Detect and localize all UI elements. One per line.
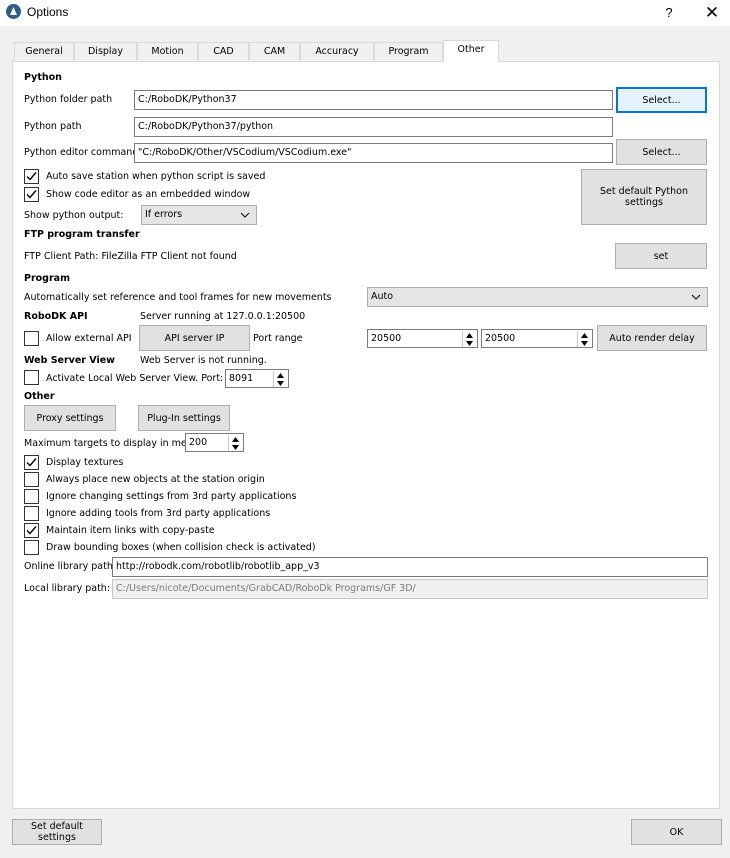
frames-select[interactable]: Auto — [367, 287, 708, 307]
online-library-label: Online library path: — [24, 561, 117, 572]
robodk-app-icon — [6, 4, 21, 19]
activate-web-label: Activate Local Web Server View. Port: — [46, 373, 224, 384]
window-title: Options — [27, 5, 69, 19]
port-to-input[interactable]: 20500 — [481, 329, 593, 348]
set-default-settings-button[interactable]: Set default settings — [12, 819, 102, 845]
place-origin-label: Always place new objects at the station … — [46, 474, 265, 485]
python-folder-select-button[interactable]: Select... — [616, 87, 707, 113]
ignore-tools-checkbox[interactable] — [24, 506, 39, 521]
python-output-value: If errors — [145, 209, 183, 220]
embedded-editor-checkbox[interactable] — [24, 187, 39, 202]
web-section-title: Web Server View — [24, 355, 115, 366]
api-section-title: RoboDK API — [24, 311, 88, 322]
checkmark-icon — [26, 458, 37, 467]
port-from-input[interactable]: 20500 — [367, 329, 478, 348]
chevron-down-icon — [240, 206, 250, 231]
ftp-section-title: FTP program transfer — [24, 229, 140, 240]
close-button[interactable]: ✕ — [701, 3, 723, 23]
ignore-changing-checkbox[interactable] — [24, 489, 39, 504]
title-bar — [0, 0, 730, 26]
tab-accuracy[interactable]: Accuracy — [300, 42, 374, 60]
checkmark-icon — [26, 190, 37, 199]
tab-general[interactable]: General — [14, 42, 74, 60]
tab-cam[interactable]: CAM — [249, 42, 300, 60]
allow-external-api-label: Allow external API — [46, 333, 132, 344]
bounding-boxes-checkbox[interactable] — [24, 540, 39, 555]
autosave-checkbox[interactable] — [24, 169, 39, 184]
auto-render-delay-button[interactable]: Auto render delay — [597, 325, 707, 351]
proxy-settings-button[interactable]: Proxy settings — [24, 405, 116, 431]
python-section-title: Python — [24, 72, 62, 83]
bounding-boxes-label: Draw bounding boxes (when collision chec… — [46, 542, 316, 553]
ok-button[interactable]: OK — [631, 819, 722, 845]
port-from-value: 20500 — [371, 333, 402, 344]
display-textures-label: Display textures — [46, 457, 124, 468]
frames-value: Auto — [371, 291, 394, 302]
ignore-changing-label: Ignore changing settings from 3rd party … — [46, 491, 297, 502]
python-output-label: Show python output: — [24, 210, 124, 221]
python-output-select[interactable]: If errors — [141, 205, 257, 225]
spinner-arrows-icon[interactable] — [462, 331, 476, 347]
max-targets-value: 200 — [189, 437, 208, 448]
max-targets-input[interactable]: 200 — [185, 433, 244, 452]
maintain-links-label: Maintain item links with copy-paste — [46, 525, 215, 536]
python-folder-label: Python folder path — [24, 94, 113, 105]
tab-cad[interactable]: CAD — [198, 42, 249, 60]
spinner-arrows-icon[interactable] — [273, 371, 287, 387]
embedded-editor-label: Show code editor as an embedded window — [46, 189, 251, 200]
allow-external-api-checkbox[interactable] — [24, 331, 39, 346]
set-default-python-button[interactable]: Set default Python settings — [581, 169, 707, 225]
maintain-links-checkbox[interactable] — [24, 523, 39, 538]
tab-motion[interactable]: Motion — [137, 42, 198, 60]
ftp-set-button[interactable]: set — [615, 243, 707, 269]
checkmark-icon — [26, 526, 37, 535]
tab-other[interactable]: Other — [443, 40, 499, 62]
port-range-label: Port range — [253, 333, 303, 344]
api-status: Server running at 127.0.0.1:20500 — [140, 311, 306, 322]
python-folder-input[interactable]: C:/RoboDK/Python37 — [134, 90, 613, 110]
other-section-title: Other — [24, 391, 55, 402]
checkmark-icon — [26, 172, 37, 181]
api-server-ip-button[interactable]: API server IP — [139, 325, 250, 351]
tab-display[interactable]: Display — [74, 42, 137, 60]
python-path-input[interactable]: C:/RoboDK/Python37/python — [134, 117, 613, 137]
help-button[interactable]: ? — [659, 3, 679, 23]
place-origin-checkbox[interactable] — [24, 472, 39, 487]
ftp-client-label: FTP Client Path: FileZilla FTP Client no… — [24, 251, 237, 262]
autosave-label: Auto save station when python script is … — [46, 171, 266, 182]
tab-program[interactable]: Program — [374, 42, 443, 60]
web-status: Web Server is not running. — [140, 355, 267, 366]
online-library-input[interactable]: http://robodk.com/robotlib/robotlib_app_… — [112, 557, 708, 577]
ignore-tools-label: Ignore adding tools from 3rd party appli… — [46, 508, 271, 519]
spinner-arrows-icon[interactable] — [577, 331, 591, 347]
python-path-label: Python path — [24, 121, 82, 132]
plugin-settings-button[interactable]: Plug-In settings — [138, 405, 230, 431]
python-editor-input[interactable]: "C:/RoboDK/Other/VSCodium/VSCodium.exe" — [134, 143, 613, 163]
chevron-down-icon — [691, 288, 701, 313]
port-to-value: 20500 — [485, 333, 516, 344]
python-editor-select-button[interactable]: Select... — [616, 139, 707, 165]
activate-web-checkbox[interactable] — [24, 370, 39, 385]
python-editor-label: Python editor command — [24, 147, 139, 158]
frames-label: Automatically set reference and tool fra… — [24, 292, 332, 303]
local-library-input: C:/Users/nicote/Documents/GrabCAD/RoboDk… — [112, 579, 708, 599]
program-section-title: Program — [24, 273, 70, 284]
web-port-value: 8091 — [229, 373, 254, 384]
web-port-input[interactable]: 8091 — [225, 369, 289, 388]
local-library-label: Local library path: — [24, 583, 111, 594]
spinner-arrows-icon[interactable] — [228, 435, 242, 451]
max-targets-label: Maximum targets to display in menu — [24, 438, 199, 449]
display-textures-checkbox[interactable] — [24, 455, 39, 470]
